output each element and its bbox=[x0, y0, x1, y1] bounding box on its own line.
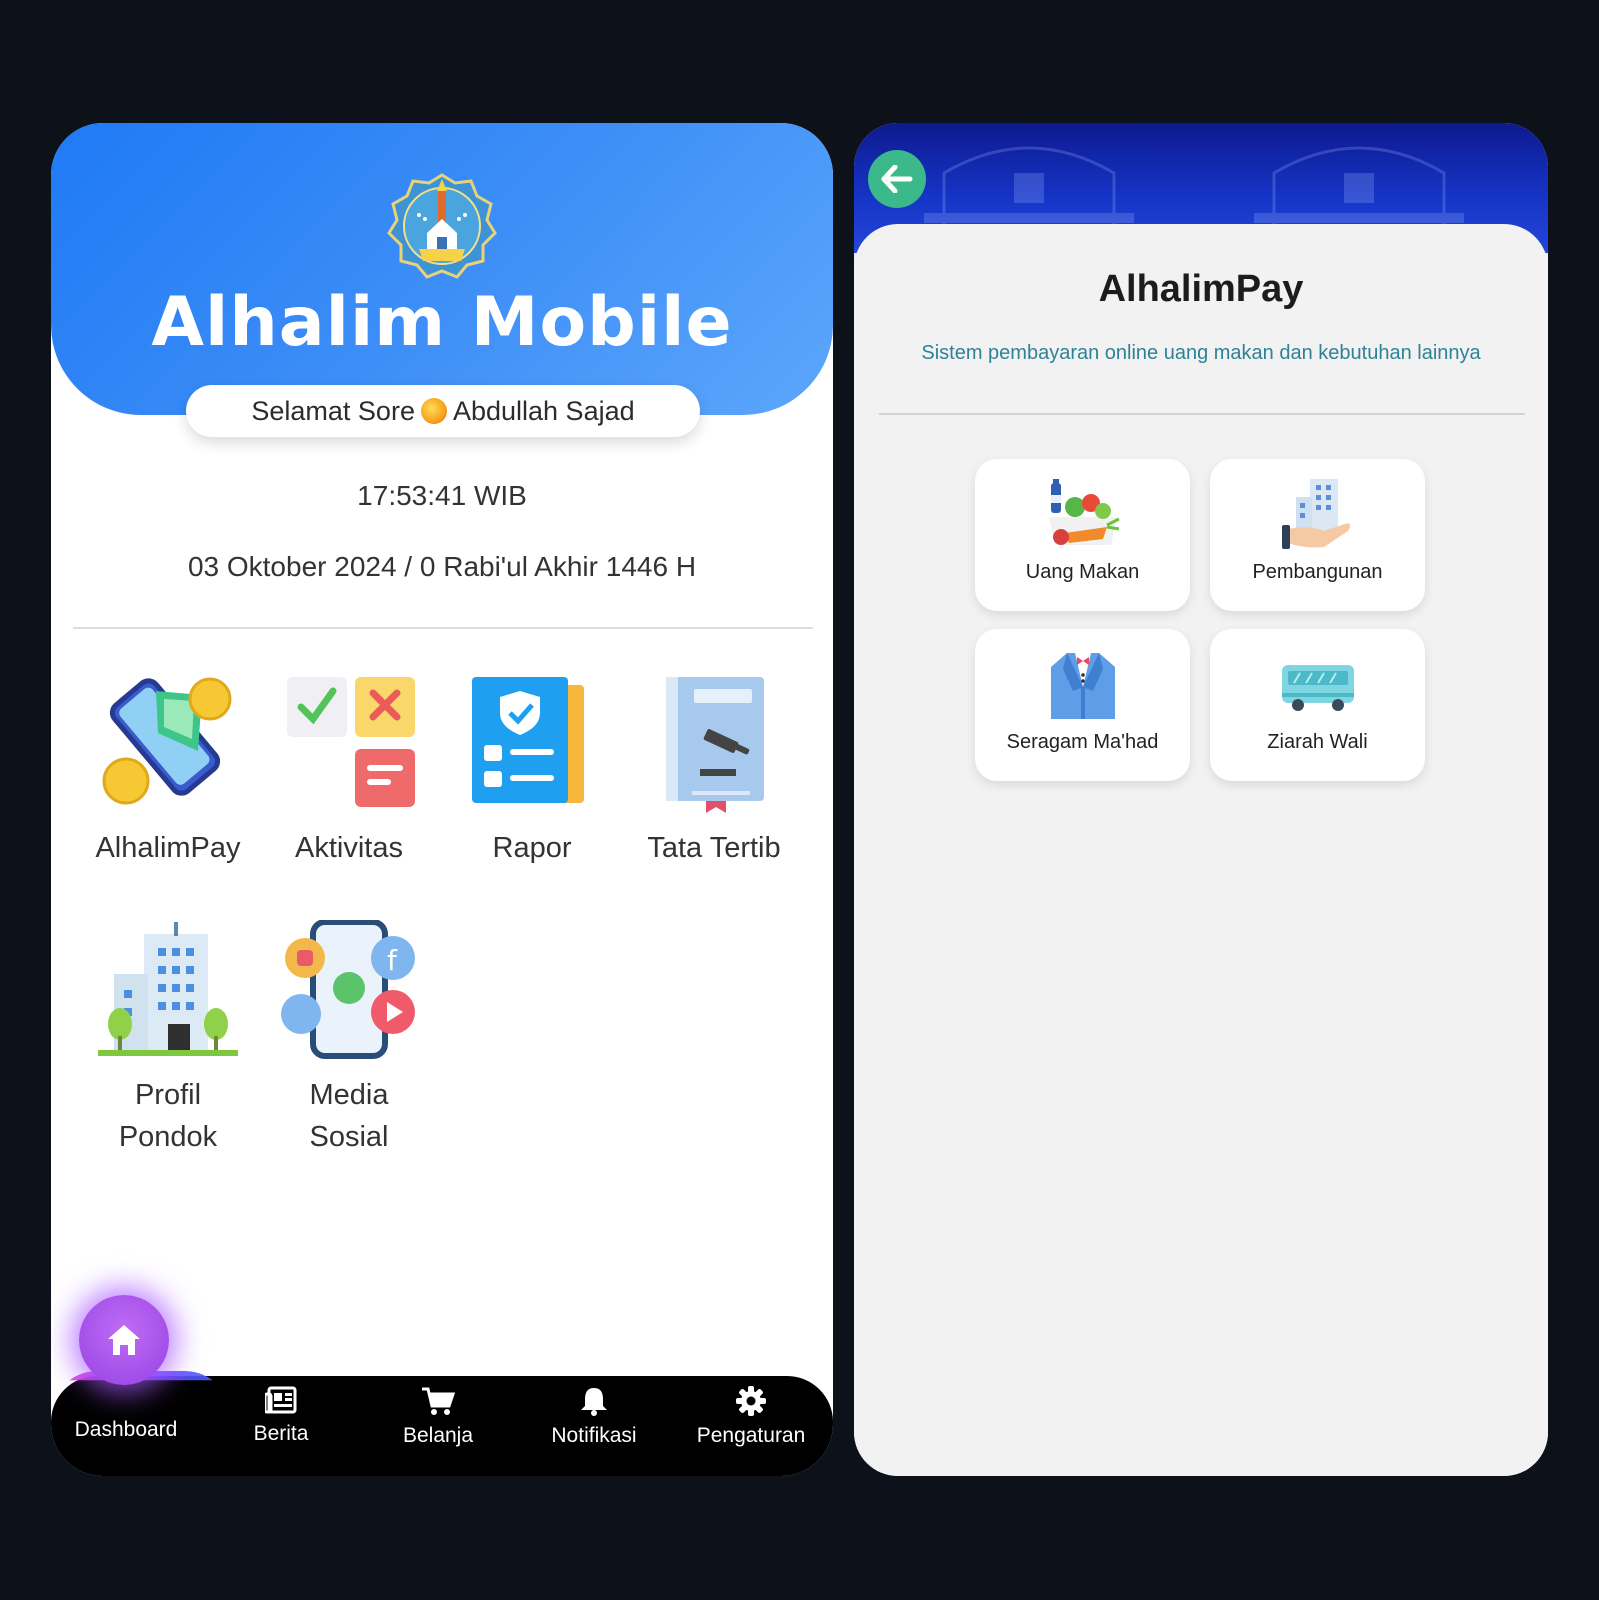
tile-label: Uang Makan bbox=[1025, 561, 1140, 583]
tile-ziarah-wali[interactable]: Ziarah Wali bbox=[1210, 629, 1425, 781]
home-fab-button[interactable] bbox=[79, 1295, 169, 1385]
content-card: AlhalimPay Sistem pembayaran online uang… bbox=[854, 224, 1548, 1476]
nav-label: Pengaturan bbox=[696, 1424, 806, 1447]
menu-alhalimpay[interactable]: AlhalimPay bbox=[83, 673, 253, 869]
home-icon bbox=[108, 1325, 140, 1355]
nav-berita[interactable]: Berita bbox=[206, 1386, 356, 1446]
date-display: 03 Oktober 2024 / 0 Rabi'ul Akhir 1446 H bbox=[187, 551, 697, 582]
arrow-left-icon bbox=[881, 165, 913, 193]
nav-label: Notifikasi bbox=[551, 1424, 637, 1447]
school-logo bbox=[387, 173, 497, 279]
tile-label: Seragam Ma'had bbox=[1006, 731, 1159, 753]
back-button[interactable] bbox=[868, 150, 926, 208]
suit-icon bbox=[1050, 653, 1115, 719]
menu-profil-pondok[interactable]: Profil Pondok bbox=[83, 920, 253, 1158]
building-hand-icon bbox=[1281, 479, 1350, 549]
tile-label: Pembangunan bbox=[1252, 561, 1383, 583]
divider bbox=[879, 413, 1525, 415]
sunset-icon bbox=[420, 398, 447, 424]
pattern-icon bbox=[924, 146, 1134, 233]
bus-icon bbox=[1281, 665, 1354, 711]
header-banner: Alhalim Mobile bbox=[51, 123, 833, 415]
menu-label: Tata Tertib bbox=[647, 832, 781, 864]
pattern-icon bbox=[1254, 146, 1464, 233]
tile-pembangunan[interactable]: Pembangunan bbox=[1210, 459, 1425, 611]
menu-rapor[interactable]: Rapor bbox=[447, 673, 617, 869]
divider bbox=[73, 627, 813, 629]
menu-label: Rapor bbox=[492, 832, 572, 864]
menu-label: Media Sosial bbox=[309, 1079, 389, 1153]
dashboard-screen: Alhalim Mobile Selamat Sore Abdullah Saj… bbox=[51, 123, 833, 1476]
menu-label: Aktivitas bbox=[295, 832, 403, 864]
menu-aktivitas[interactable]: Aktivitas bbox=[264, 673, 434, 869]
clock-time: 17:53:41 WIB bbox=[357, 480, 527, 511]
nav-belanja[interactable]: Belanja bbox=[363, 1386, 513, 1448]
nav-label: Belanja bbox=[402, 1424, 474, 1447]
activity-notes-icon bbox=[287, 677, 415, 807]
svg-text:f: f bbox=[387, 944, 398, 977]
menu-label: AlhalimPay bbox=[95, 832, 241, 864]
menu-label: Profil Pondok bbox=[118, 1079, 218, 1153]
tile-label: Ziarah Wali bbox=[1267, 731, 1368, 753]
nav-pengaturan[interactable]: Pengaturan bbox=[676, 1386, 826, 1448]
tile-uang-makan[interactable]: Uang Makan bbox=[975, 459, 1190, 611]
newspaper-icon bbox=[265, 1386, 297, 1414]
nav-notifikasi[interactable]: Notifikasi bbox=[519, 1386, 669, 1448]
user-name: Abdullah Sajad bbox=[452, 395, 635, 426]
tile-seragam-mahad[interactable]: Seragam Ma'had bbox=[975, 629, 1190, 781]
menu-tata-tertib[interactable]: Tata Tertib bbox=[629, 673, 799, 869]
building-icon bbox=[98, 922, 238, 1056]
greeting-pill: Selamat Sore Abdullah Sajad bbox=[186, 385, 700, 437]
bell-icon bbox=[581, 1388, 607, 1416]
cart-icon bbox=[422, 1387, 455, 1415]
app-title: Alhalim Mobile bbox=[151, 283, 733, 362]
nav-label: Berita bbox=[253, 1422, 309, 1445]
alhalimpay-screen: AlhalimPay Sistem pembayaran online uang… bbox=[854, 123, 1548, 1476]
nav-dashboard[interactable]: Dashboard bbox=[51, 1418, 201, 1442]
menu-media-sosial[interactable]: f Media Sosial bbox=[264, 920, 434, 1158]
nav-label: Dashboard bbox=[74, 1418, 178, 1441]
social-media-icon: f bbox=[281, 920, 415, 1059]
groceries-icon bbox=[1048, 479, 1120, 545]
wallet-phone-icon bbox=[102, 677, 232, 805]
gear-icon bbox=[736, 1386, 766, 1416]
rule-book-icon bbox=[666, 677, 764, 813]
page-title: AlhalimPay bbox=[1098, 268, 1304, 310]
report-card-icon bbox=[472, 677, 584, 803]
page-subtitle: Sistem pembayaran online uang makan dan … bbox=[921, 342, 1481, 364]
greeting-prefix: Selamat Sore bbox=[251, 395, 415, 426]
